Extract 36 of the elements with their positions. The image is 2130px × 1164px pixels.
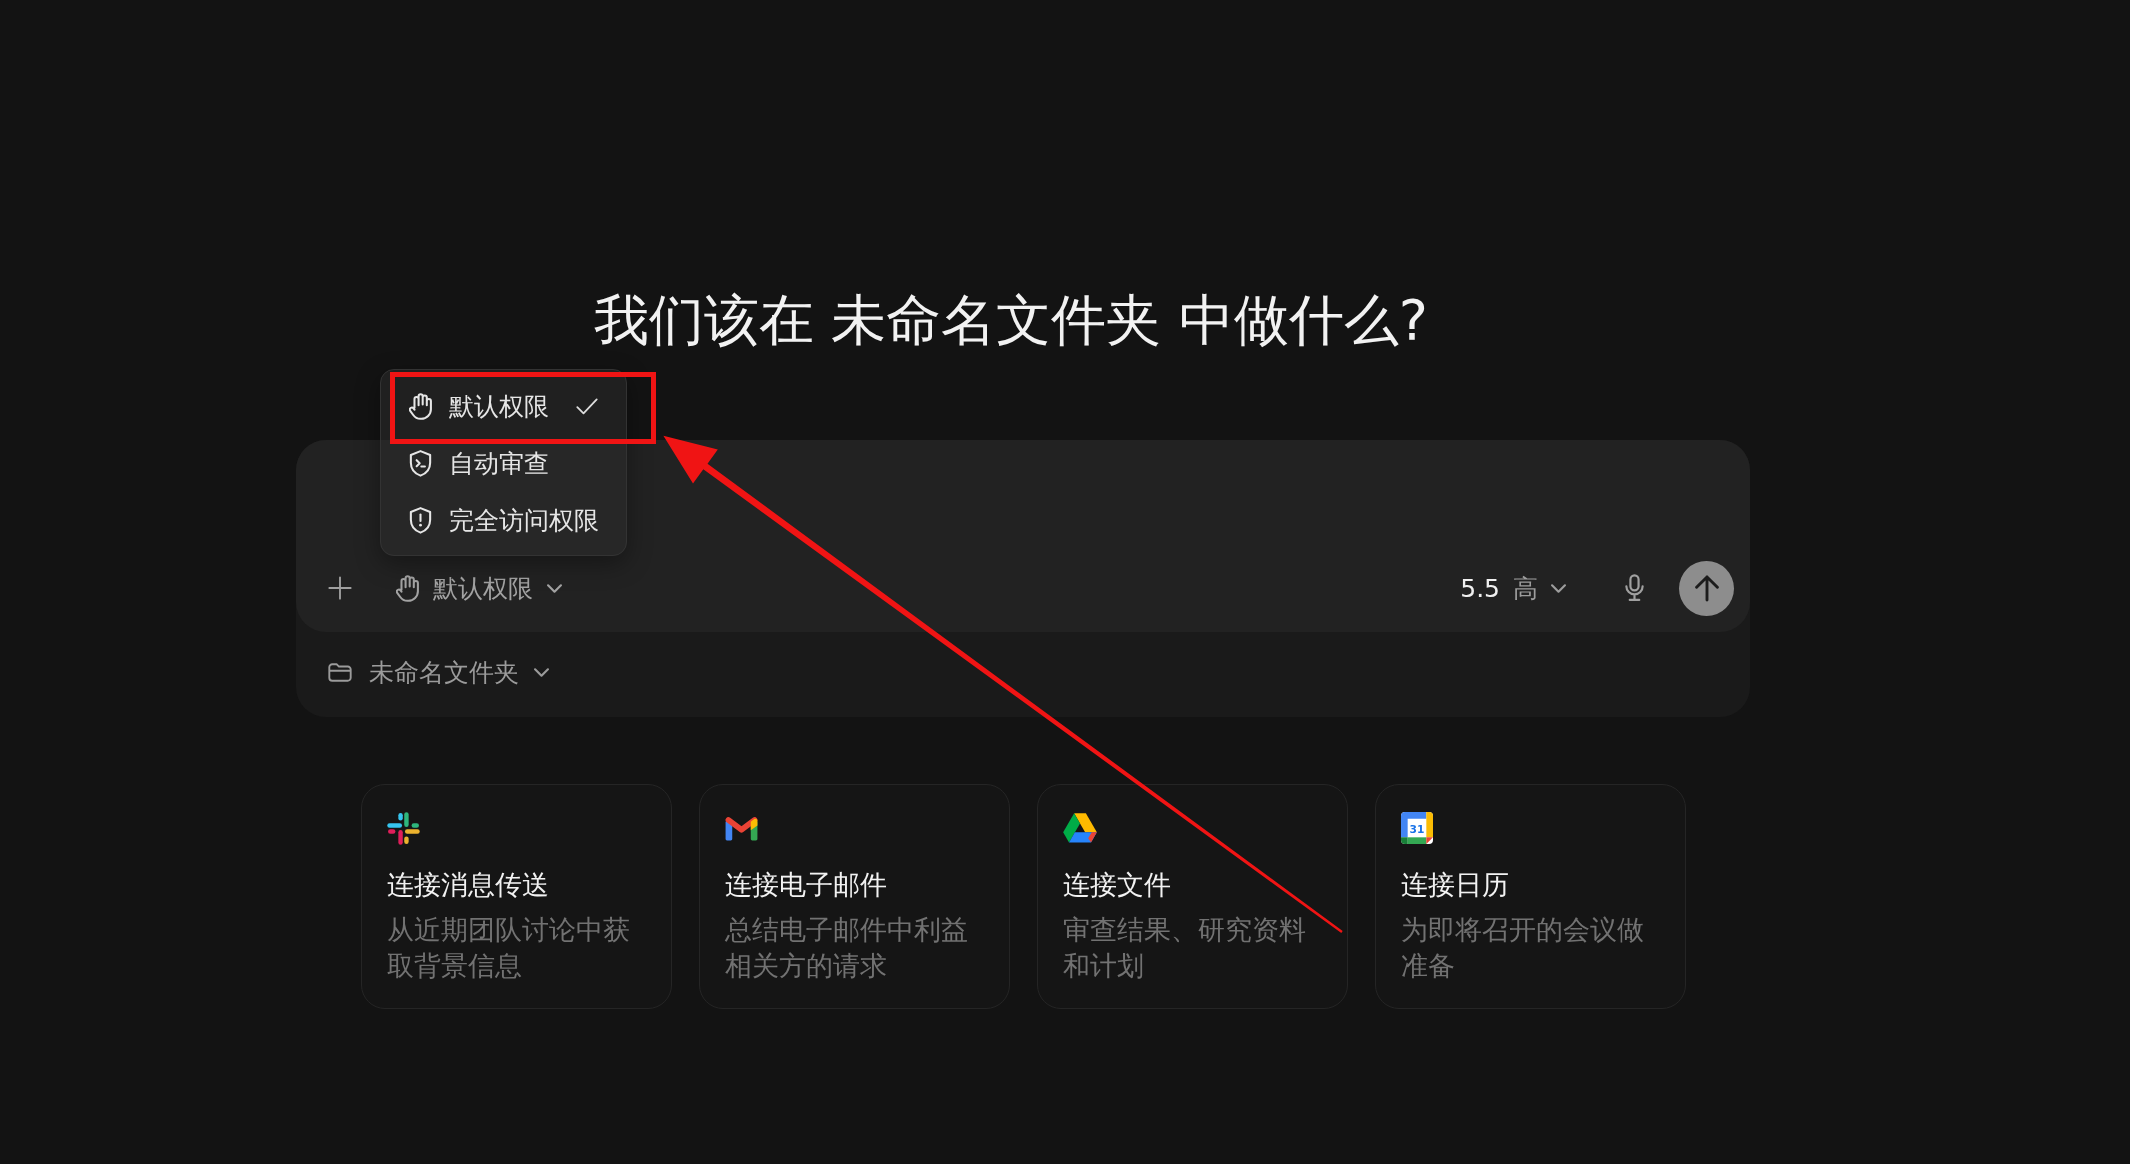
hash-icon [386,811,420,845]
arrow-up-icon [1694,574,1719,602]
card-description: 为即将召开的会议做准备 [1400,914,1644,981]
connector-card[interactable]: 31 连接日历 为即将召开的会议做准备 [1374,784,1686,1009]
permission-button[interactable]: 默认权限 [388,568,570,608]
check-icon [576,398,598,415]
shield-alert-icon [409,507,432,534]
caret-icon [547,583,562,593]
shield-terminal-icon [409,450,432,477]
folder-icon [328,663,352,682]
triangle-icon [1062,813,1097,843]
card-title: 连接日历 [1400,869,1509,900]
menu-item[interactable]: 完全访问权限 [389,492,618,549]
calendar-icon: 31 [1400,812,1433,844]
card-title: 连接电子邮件 [724,869,887,900]
connector-card[interactable]: 连接电子邮件 总结电子邮件中利益相关方的请求 [698,784,1010,1009]
folder-selector[interactable]: 未命名文件夹 [320,652,557,693]
connector-card[interactable]: 连接消息传送 从近期团队讨论中获取背景信息 [360,784,672,1009]
card-title: 连接文件 [1062,869,1171,900]
card-description: 审查结果、研究资料和计划 [1062,914,1306,981]
connector-card[interactable]: 连接文件 审查结果、研究资料和计划 [1036,784,1348,1009]
caret-icon [1551,583,1566,593]
page-heading: 我们该在 未命名文件夹 中做什么? [593,288,1429,352]
hand-icon [396,574,419,602]
plus-icon [328,576,352,600]
model-selector[interactable]: 5.5 高 [1452,568,1574,608]
send-button[interactable] [1679,560,1734,616]
card-title: 连接消息传送 [386,869,549,900]
microphone-icon [1624,574,1644,602]
card-description: 从近期团队讨论中获取背景信息 [386,914,630,981]
hand-icon [409,393,432,420]
caret-icon [534,668,549,677]
mail-icon [724,815,758,841]
menu-item[interactable]: 默认权限 [389,378,618,435]
menu-item[interactable]: 自动审查 [389,435,618,492]
card-description: 总结电子邮件中利益相关方的请求 [724,914,968,981]
